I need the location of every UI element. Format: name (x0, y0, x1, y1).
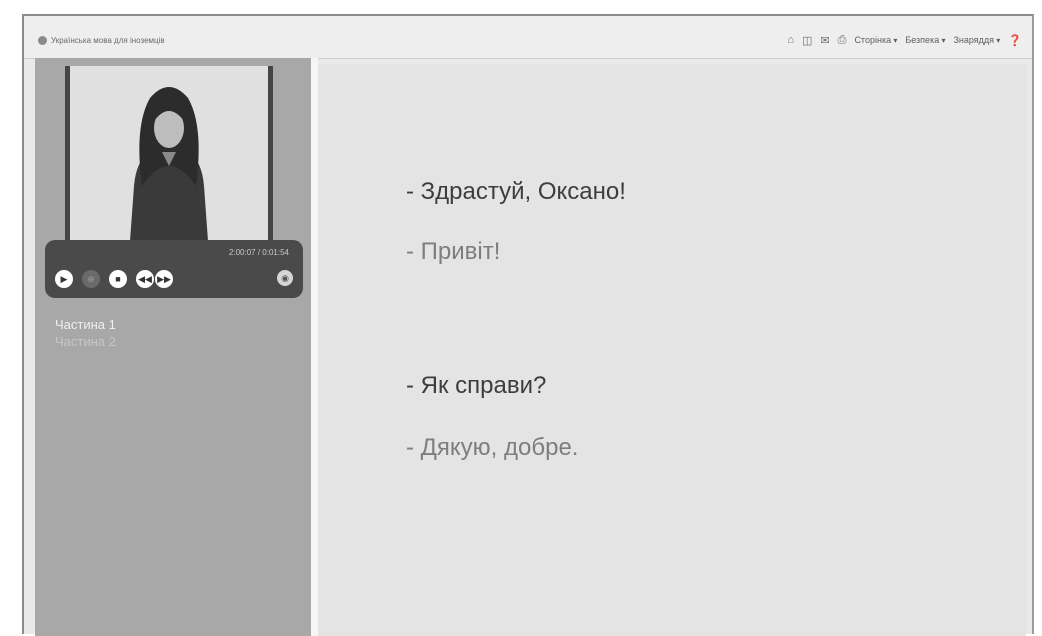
video-sidebar: 2:00:07 / 0:01:54 ▶ ⊕ ■ ◀◀ ▶▶ ◉ Частина … (35, 58, 311, 636)
fullscreen-button[interactable]: ⊕ (82, 270, 100, 288)
page-tab[interactable]: Українська мова для іноземців (38, 32, 165, 48)
playlist-item[interactable]: Частина 1 (55, 316, 116, 333)
home-icon[interactable]: ⌂ (787, 34, 794, 46)
rewind-icon: ◀◀ (138, 273, 152, 284)
browser-toolbar: Українська мова для іноземців ⌂ ◫ ✉ ⎙ Ст… (24, 16, 1032, 59)
player-controls: ▶ ⊕ ■ ◀◀ ▶▶ (55, 270, 173, 288)
dialogue-panel: - Здрастуй, Оксано! - Привіт! - Як справ… (318, 64, 1026, 636)
previous-button[interactable]: ◀◀ (136, 270, 154, 288)
tools-menu[interactable]: Знаряддя (953, 35, 1000, 45)
play-button[interactable]: ▶ (55, 270, 73, 288)
playlist-item[interactable]: Частина 2 (55, 333, 116, 350)
video-frame[interactable] (65, 66, 273, 246)
safety-menu[interactable]: Безпека (905, 35, 945, 45)
command-bar: ⌂ ◫ ✉ ⎙ Сторінка Безпека Знаряддя ❓ (787, 31, 1022, 49)
dialogue-line: - Як справи? (406, 372, 547, 399)
volume-button[interactable]: ◉ (277, 270, 293, 286)
time-display: 2:00:07 / 0:01:54 (228, 248, 289, 257)
dialogue-line: - Дякую, добре. (406, 434, 579, 461)
panel-divider (311, 58, 318, 636)
fast-forward-icon: ▶▶ (157, 273, 171, 284)
tab-title: Українська мова для іноземців (51, 35, 165, 45)
help-icon[interactable]: ❓ (1008, 34, 1022, 47)
volume-icon: ◉ (281, 272, 289, 283)
dialogue-line: - Здрастуй, Оксано! (406, 178, 626, 205)
presenter-image (70, 66, 268, 246)
fullscreen-icon: ⊕ (87, 273, 95, 284)
favicon-icon (38, 35, 47, 45)
next-button[interactable]: ▶▶ (155, 270, 173, 288)
dialogue-line: - Привіт! (406, 238, 501, 265)
media-player: 2:00:07 / 0:01:54 ▶ ⊕ ■ ◀◀ ▶▶ ◉ (45, 240, 303, 298)
playlist: Частина 1 Частина 2 (55, 316, 116, 350)
mail-icon[interactable]: ✉ (820, 34, 829, 47)
print-icon[interactable]: ⎙ (838, 34, 847, 47)
browser-window: Українська мова для іноземців ⌂ ◫ ✉ ⎙ Ст… (22, 14, 1034, 636)
stop-button[interactable]: ■ (109, 270, 127, 288)
skip-buttons: ◀◀ ▶▶ (136, 270, 173, 288)
rss-icon[interactable]: ◫ (802, 34, 812, 47)
stop-icon: ■ (115, 273, 121, 284)
page-menu[interactable]: Сторінка (854, 35, 897, 45)
play-icon: ▶ (60, 273, 68, 284)
